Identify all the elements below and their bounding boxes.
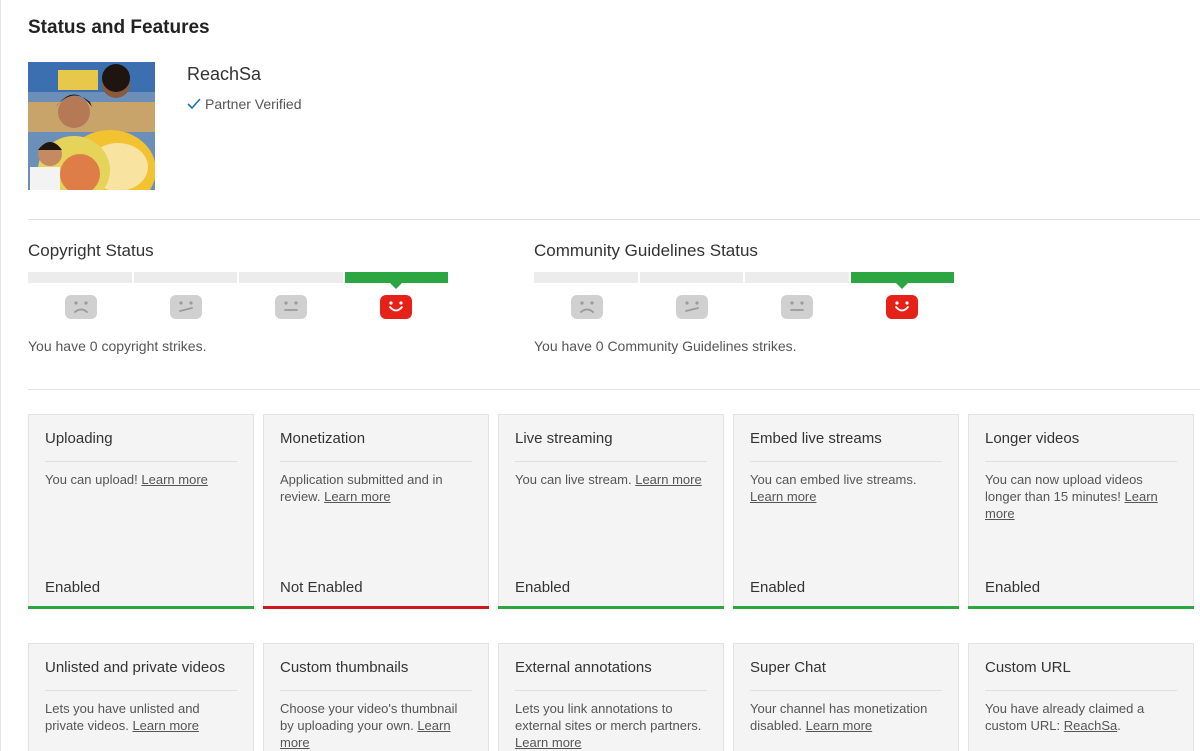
custom-url-link[interactable]: ReachSa	[1064, 718, 1117, 733]
feature-title: Uploading	[45, 430, 237, 462]
feature-status: Enabled	[750, 579, 806, 596]
feature-card-monetization: Monetization Application submitted and i…	[263, 414, 489, 609]
feature-description: You can embed live streams. Learn more	[750, 472, 917, 504]
learn-more-link[interactable]: Learn more	[141, 472, 207, 487]
checkmark-icon	[187, 98, 201, 110]
feature-description: Application submitted and in review. Lea…	[280, 472, 443, 504]
section-divider	[28, 389, 1200, 390]
channel-avatar[interactable]	[28, 62, 155, 190]
community-strike-faces	[534, 295, 954, 319]
feature-description: You can upload! Learn more	[45, 472, 208, 487]
community-strike-bar	[534, 272, 954, 289]
feature-card-unlisted-private: Unlisted and private videos Lets you hav…	[28, 643, 254, 751]
feature-title: Monetization	[280, 430, 472, 462]
partner-verified-badge: Partner Verified	[187, 96, 302, 112]
feature-title: External annotations	[515, 659, 707, 691]
feature-card-super-chat: Super Chat Your channel has monetization…	[733, 643, 959, 751]
meh-face-icon	[133, 295, 238, 319]
learn-more-link[interactable]: Learn more	[324, 489, 390, 504]
feature-card-external-annotations: External annotations Lets you link annot…	[498, 643, 724, 751]
feature-title: Live streaming	[515, 430, 707, 462]
feature-status: Not Enabled	[280, 579, 363, 596]
learn-more-link[interactable]: Learn more	[750, 489, 816, 504]
feature-description: You can live stream. Learn more	[515, 472, 702, 487]
strike-segment	[639, 272, 743, 283]
strike-segment	[133, 272, 237, 283]
feature-description: Your channel has monetization disabled. …	[750, 701, 928, 733]
strike-segment	[239, 272, 343, 283]
status-indicator-line	[263, 606, 489, 609]
happy-face-icon	[849, 295, 954, 319]
meh-face-icon	[639, 295, 744, 319]
copyright-strikes-text: You have 0 copyright strikes.	[28, 338, 207, 354]
feature-description: Choose your video's thumbnail by uploadi…	[280, 701, 458, 750]
page-left-border	[0, 0, 1, 751]
copyright-status-title: Copyright Status	[28, 241, 154, 260]
section-divider	[28, 219, 1200, 220]
feature-title: Longer videos	[985, 430, 1177, 462]
learn-more-link[interactable]: Learn more	[635, 472, 701, 487]
feature-title: Custom thumbnails	[280, 659, 472, 691]
feature-status: Enabled	[985, 579, 1041, 596]
status-indicator-line	[968, 606, 1194, 609]
status-indicator-line	[733, 606, 959, 609]
strike-segment	[28, 272, 132, 283]
status-indicator-line	[498, 606, 724, 609]
sad-face-icon	[28, 295, 133, 319]
copyright-strike-bar	[28, 272, 448, 289]
happy-face-icon	[343, 295, 448, 319]
feature-title: Embed live streams	[750, 430, 942, 462]
strike-segment	[534, 272, 638, 283]
avatar-photo-icon	[28, 62, 155, 190]
channel-name[interactable]: ReachSa	[187, 64, 261, 85]
feature-card-custom-thumbnails: Custom thumbnails Choose your video's th…	[263, 643, 489, 751]
feature-title: Custom URL	[985, 659, 1177, 691]
status-indicator-line	[28, 606, 254, 609]
partner-verified-label: Partner Verified	[205, 96, 302, 112]
feature-description: Lets you have unlisted and private video…	[45, 701, 200, 733]
feature-card-embed-live-streams: Embed live streams You can embed live st…	[733, 414, 959, 609]
feature-card-uploading: Uploading You can upload! Learn more Ena…	[28, 414, 254, 609]
strike-segment-active	[850, 272, 954, 289]
feature-description: You can now upload videos longer than 15…	[985, 472, 1158, 521]
neutral-face-icon	[744, 295, 849, 319]
feature-description: You have already claimed a custom URL: R…	[985, 701, 1145, 733]
learn-more-link[interactable]: Learn more	[132, 718, 198, 733]
neutral-face-icon	[238, 295, 343, 319]
strike-segment	[745, 272, 849, 283]
feature-title: Unlisted and private videos	[45, 659, 237, 691]
community-status-title: Community Guidelines Status	[534, 241, 758, 260]
community-strikes-text: You have 0 Community Guidelines strikes.	[534, 338, 797, 354]
feature-description: Lets you link annotations to external si…	[515, 701, 702, 750]
page-title: Status and Features	[28, 17, 210, 38]
strike-segment-active	[344, 272, 448, 289]
sad-face-icon	[534, 295, 639, 319]
feature-card-custom-url: Custom URL You have already claimed a cu…	[968, 643, 1194, 751]
feature-status: Enabled	[45, 579, 101, 596]
feature-card-longer-videos: Longer videos You can now upload videos …	[968, 414, 1194, 609]
learn-more-link[interactable]: Learn more	[515, 735, 581, 750]
feature-card-live-streaming: Live streaming You can live stream. Lear…	[498, 414, 724, 609]
feature-title: Super Chat	[750, 659, 942, 691]
learn-more-link[interactable]: Learn more	[806, 718, 872, 733]
copyright-strike-faces	[28, 295, 448, 319]
feature-status: Enabled	[515, 579, 571, 596]
